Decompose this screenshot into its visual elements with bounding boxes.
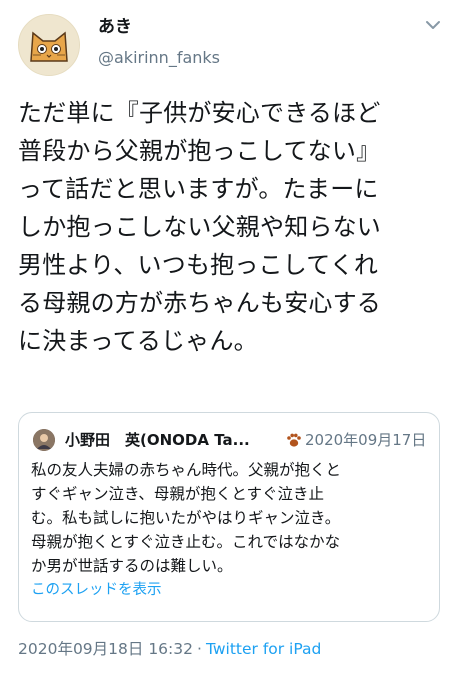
tweet-text-line: ただ単に『子供が安心できるほど: [18, 99, 381, 127]
tweet-text: ただ単に『子供が安心できるほど 普段から父親が抱っこしてない』 って話だと思いま…: [18, 94, 448, 360]
tweet-meta: 2020年09月18日 16:32 · Twitter for iPad: [18, 639, 321, 659]
quoted-tweet-text: 私の友人夫婦の赤ちゃん時代。父親が抱くと すぐギャン泣き、母親が抱くとすぐ泣き止…: [31, 458, 435, 578]
quoted-text-line: 母親が抱くとすぐ泣き止む。これではなかな: [31, 533, 341, 551]
quoted-author-avatar: [33, 429, 55, 451]
quoted-text-line: か男が世話するのは難しい。: [31, 557, 233, 575]
author-name[interactable]: あき: [98, 16, 132, 38]
meta-separator: ·: [197, 640, 202, 658]
tweet-text-line: る母親の方が赤ちゃんも安心する: [18, 289, 381, 317]
quoted-date: 2020年09月17日: [305, 431, 427, 449]
more-options-chevron-down-icon[interactable]: [424, 16, 442, 34]
tweet-text-line: って話だと思いますが。たまーに: [18, 175, 379, 203]
tweet-source-link[interactable]: Twitter for iPad: [206, 640, 321, 658]
show-thread-link[interactable]: このスレッドを表示: [31, 580, 162, 600]
tweet-text-line: しか抱っこしない父親や知らない: [18, 213, 381, 241]
tweet-timestamp[interactable]: 2020年09月18日 16:32: [18, 640, 193, 658]
cat-avatar-icon: [19, 15, 79, 75]
quoted-tweet-card[interactable]: 小野田 英(ONODA Ta... 2020年09月17日 私の友人夫婦の赤ちゃ…: [18, 412, 440, 622]
tweet-text-line: 男性より、いつも抱っこしてくれ: [18, 251, 379, 279]
quoted-text-line: む。私も試しに抱いたがやはりギャン泣き。: [31, 509, 341, 527]
author-handle[interactable]: @akirinn_fanks: [98, 48, 220, 68]
quoted-text-line: すぐギャン泣き、母親が抱くとすぐ泣き止: [31, 485, 324, 503]
quoted-text-line: 私の友人夫婦の赤ちゃん時代。父親が抱くと: [31, 461, 342, 479]
paw-icon: [285, 431, 303, 449]
tweet-text-line: に決まってるじゃん。: [18, 327, 258, 355]
quoted-author-name: 小野田 英(ONODA Ta...: [65, 431, 250, 449]
tweet-text-line: 普段から父親が抱っこしてない』: [18, 137, 381, 165]
author-avatar[interactable]: [18, 14, 80, 76]
